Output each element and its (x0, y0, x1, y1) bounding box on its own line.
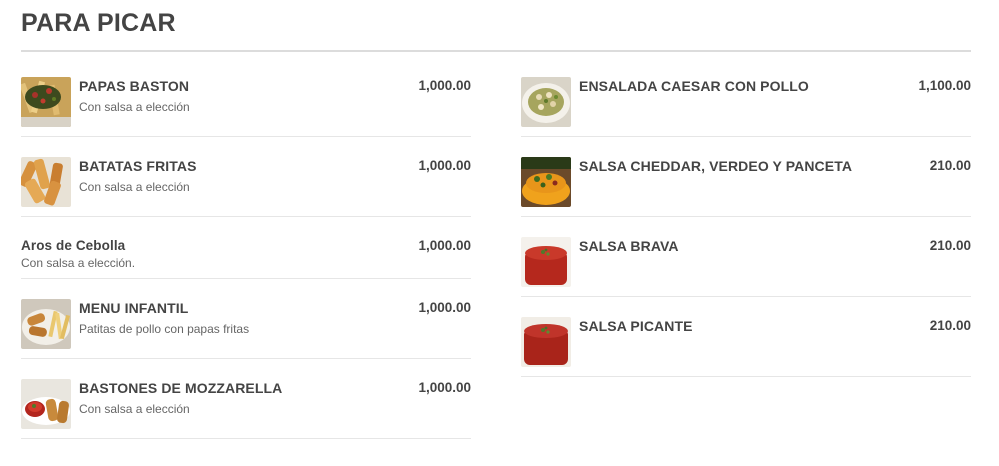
cheddar-sauce-photo (521, 157, 571, 207)
item-description: Con salsa a elección (79, 180, 190, 194)
item-price: 1,000.00 (418, 300, 471, 315)
item-price: 1,100.00 (918, 78, 971, 93)
item-description: Patitas de pollo con papas fritas (79, 322, 250, 336)
menu-page: PARA PICAR PAPAS BASTON Con salsa a elec… (0, 0, 999, 466)
item-name: PAPAS BASTON (79, 78, 190, 94)
menu-item-papas-baston[interactable]: PAPAS BASTON Con salsa a elección 1,000.… (21, 57, 471, 137)
mozzarella-sticks-photo (21, 379, 71, 429)
item-description: Con salsa a elección (79, 402, 190, 416)
item-price: 210.00 (929, 238, 971, 253)
caesar-salad-photo (521, 77, 571, 127)
item-name: BASTONES DE MOZZARELLA (79, 380, 283, 396)
menu-item-salsa-brava[interactable]: SALSA BRAVA 210.00 (521, 217, 971, 297)
item-price: 210.00 (929, 158, 971, 173)
menu-item-ensalada-caesar[interactable]: ENSALADA CAESAR CON POLLO 1,100.00 (521, 57, 971, 137)
menu-item-aros-de-cebolla[interactable]: Aros de Cebolla Con salsa a elección. 1,… (21, 217, 471, 279)
item-name: SALSA CHEDDAR, VERDEO Y PANCETA (579, 158, 853, 174)
item-description: Con salsa a elección (79, 100, 190, 114)
item-name: SALSA BRAVA (579, 238, 679, 254)
menu-column-left: PAPAS BASTON Con salsa a elección 1,000.… (21, 57, 471, 439)
item-name: BATATAS FRITAS (79, 158, 197, 174)
item-description: Con salsa a elección. (21, 256, 136, 270)
menu-item-bastones-de-mozzarella[interactable]: BASTONES DE MOZZARELLA Con salsa a elecc… (21, 359, 471, 439)
fries-with-toppings-photo (21, 77, 71, 127)
item-name: SALSA PICANTE (579, 318, 693, 334)
item-name: ENSALADA CAESAR CON POLLO (579, 78, 809, 94)
spicy-sauce-photo (521, 317, 571, 367)
item-name: Aros de Cebolla (21, 238, 126, 253)
item-price: 210.00 (929, 318, 971, 333)
item-name: MENU INFANTIL (79, 300, 189, 316)
item-price: 1,000.00 (418, 78, 471, 93)
brava-sauce-photo (521, 237, 571, 287)
item-price: 1,000.00 (418, 380, 471, 395)
section-title: PARA PICAR (21, 9, 176, 37)
menu-column-right: ENSALADA CAESAR CON POLLO 1,100.00 SALSA… (521, 57, 971, 377)
item-price: 1,000.00 (418, 158, 471, 173)
menu-item-salsa-cheddar[interactable]: SALSA CHEDDAR, VERDEO Y PANCETA 210.00 (521, 137, 971, 217)
sweet-potato-fries-photo (21, 157, 71, 207)
chicken-fingers-photo (21, 299, 71, 349)
menu-item-batatas-fritas[interactable]: BATATAS FRITAS Con salsa a elección 1,00… (21, 137, 471, 217)
item-price: 1,000.00 (418, 238, 471, 253)
menu-item-menu-infantil[interactable]: MENU INFANTIL Patitas de pollo con papas… (21, 279, 471, 359)
title-divider (21, 50, 971, 52)
menu-item-salsa-picante[interactable]: SALSA PICANTE 210.00 (521, 297, 971, 377)
